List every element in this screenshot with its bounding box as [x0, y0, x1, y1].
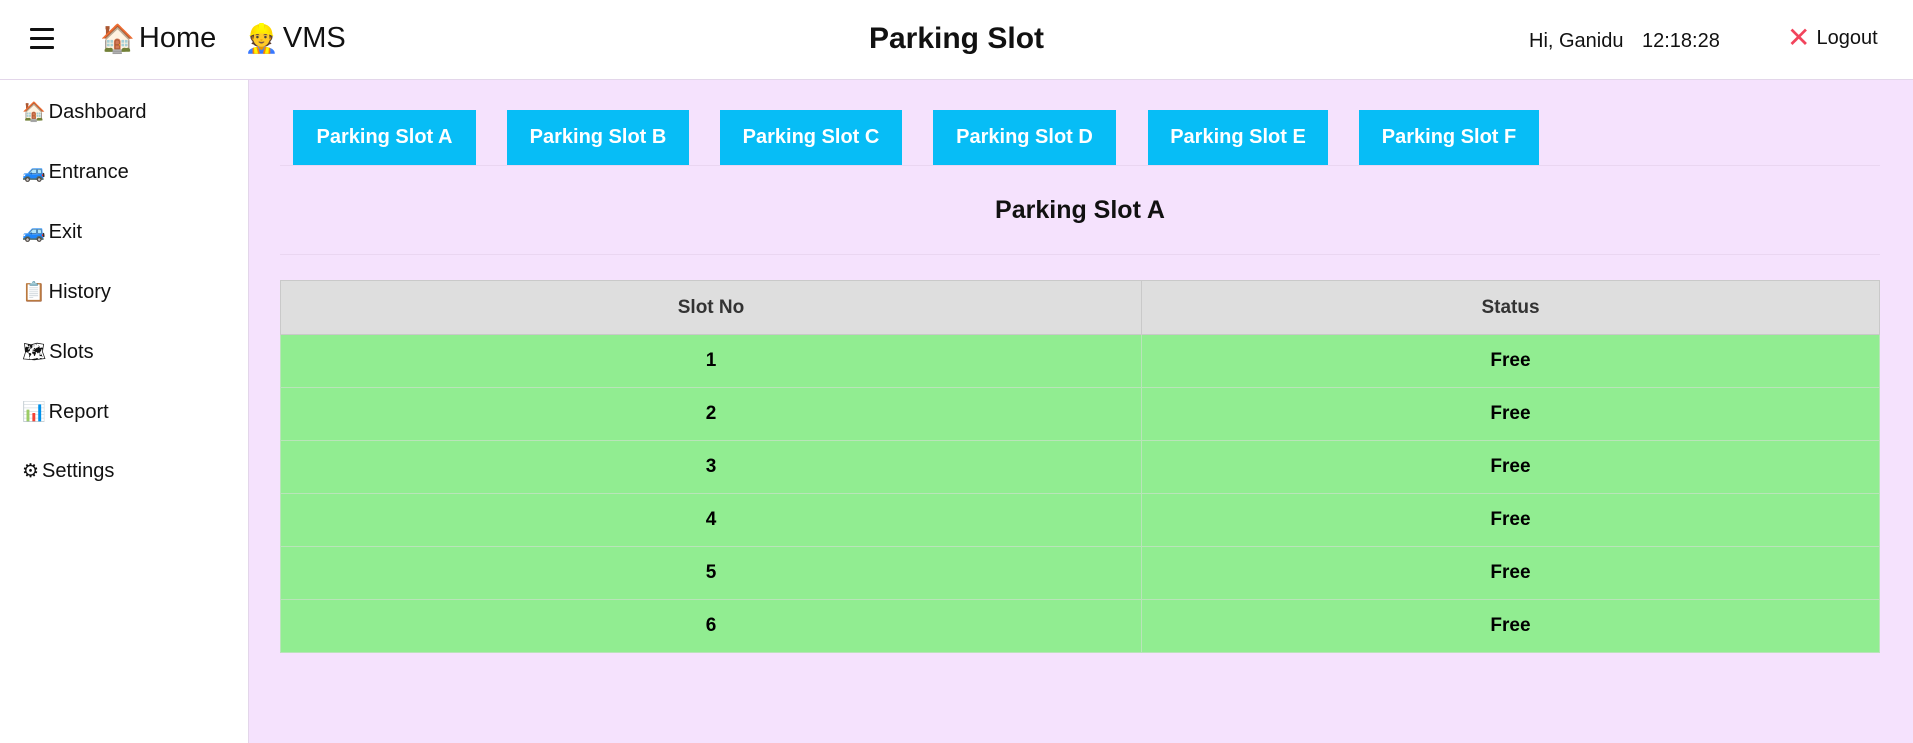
sidebar-item-label: Entrance: [48, 160, 129, 183]
sidebar-item-settings[interactable]: ⚙ Settings: [22, 460, 114, 483]
tab-parking-slot-c[interactable]: Parking Slot C: [720, 110, 902, 165]
construction-worker-icon: 👷: [244, 23, 279, 54]
main-content: Parking Slot A Parking Slot B Parking Sl…: [249, 80, 1913, 743]
sidebar: 🏠 Dashboard 🚙 Entrance 🚙 Exit 📋 History …: [0, 80, 249, 743]
vms-link[interactable]: 👷 VMS: [244, 22, 346, 55]
sidebar-item-dashboard[interactable]: 🏠 Dashboard: [22, 100, 147, 124]
vms-link-label: VMS: [282, 22, 346, 54]
slot-status-cell: Free: [1141, 546, 1880, 600]
slot-number-cell: 5: [280, 546, 1142, 600]
parking-slot-table: Slot No Status 1 Free 2 Free 3 Free 4 Fr…: [280, 280, 1880, 653]
slot-status-cell: Free: [1141, 493, 1880, 547]
sidebar-item-exit[interactable]: 🚙 Exit: [22, 220, 82, 244]
slot-status-cell: Free: [1141, 440, 1880, 494]
table-row: 2 Free: [280, 387, 1880, 441]
divider: [280, 165, 1880, 166]
slot-status-cell: Free: [1141, 334, 1880, 388]
clock: 12:18:28: [1642, 30, 1720, 52]
house-icon: 🏠: [100, 23, 135, 54]
table-row: 1 Free: [280, 334, 1880, 388]
clipboard-icon: 📋: [22, 282, 46, 303]
table-row: 4 Free: [280, 493, 1880, 547]
sidebar-item-slots[interactable]: 🗺 Slots: [22, 340, 94, 364]
column-header-slot-no: Slot No: [280, 280, 1142, 335]
hamburger-menu-icon[interactable]: [30, 28, 54, 50]
bar-chart-icon: 📊: [22, 402, 46, 423]
table-row: 3 Free: [280, 440, 1880, 494]
close-icon: ✕: [1787, 22, 1811, 53]
gear-icon: ⚙: [22, 461, 40, 482]
slot-number-cell: 2: [280, 387, 1142, 441]
tab-parking-slot-f[interactable]: Parking Slot F: [1359, 110, 1539, 165]
slot-number-cell: 6: [280, 599, 1142, 653]
sidebar-item-history[interactable]: 📋 History: [22, 280, 111, 304]
tab-parking-slot-b[interactable]: Parking Slot B: [507, 110, 689, 165]
sidebar-item-label: Exit: [48, 220, 83, 243]
slot-number-cell: 1: [280, 334, 1142, 388]
section-title: Parking Slot A: [995, 196, 1165, 224]
sidebar-item-label: Slots: [49, 340, 94, 363]
logout-label: Logout: [1816, 26, 1878, 49]
table-header-row: Slot No Status: [280, 280, 1880, 335]
tab-parking-slot-a[interactable]: Parking Slot A: [293, 110, 476, 165]
table-row: 5 Free: [280, 546, 1880, 600]
slot-number-cell: 3: [280, 440, 1142, 494]
tab-parking-slot-d[interactable]: Parking Slot D: [933, 110, 1116, 165]
top-navbar: 🏠 Home 👷 VMS Parking Slot Hi, Ganidu 12:…: [0, 0, 1913, 80]
sidebar-item-report[interactable]: 📊 Report: [22, 400, 109, 424]
home-link-label: Home: [138, 22, 217, 54]
house-icon: 🏠: [22, 102, 46, 123]
tab-parking-slot-e[interactable]: Parking Slot E: [1148, 110, 1328, 165]
divider: [280, 254, 1880, 255]
table-row: 6 Free: [280, 599, 1880, 653]
car-icon: 🚙: [22, 162, 46, 183]
logout-button[interactable]: ✕ Logout: [1787, 24, 1878, 52]
map-icon: 🗺: [22, 342, 47, 363]
sidebar-item-label: Dashboard: [48, 100, 147, 123]
sidebar-item-label: Report: [48, 400, 109, 423]
sidebar-item-label: History: [48, 280, 111, 303]
user-greeting: Hi, Ganidu: [1529, 30, 1624, 52]
slot-number-cell: 4: [280, 493, 1142, 547]
home-link[interactable]: 🏠 Home: [100, 22, 216, 55]
slot-status-cell: Free: [1141, 387, 1880, 441]
car-icon: 🚙: [22, 222, 46, 243]
sidebar-item-entrance[interactable]: 🚙 Entrance: [22, 160, 129, 184]
sidebar-item-label: Settings: [42, 460, 115, 482]
slot-status-cell: Free: [1141, 599, 1880, 653]
column-header-status: Status: [1141, 280, 1880, 335]
